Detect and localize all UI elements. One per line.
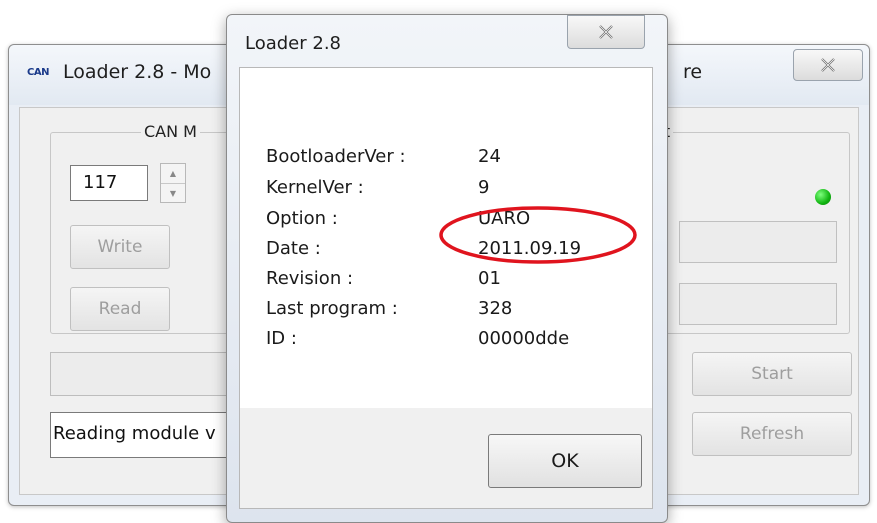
info-label: Last program : [266, 298, 398, 319]
stepper-down-icon[interactable]: ▼ [161, 184, 185, 203]
close-icon [599, 25, 613, 39]
dialog-client-area: BootloaderVer : 24 KernelVer : 9 Option … [239, 67, 653, 509]
info-label: Option : [266, 208, 338, 229]
dialog-footer: OK [240, 408, 652, 508]
main-close-button[interactable] [793, 49, 863, 81]
main-window-title: Loader 2.8 - Mo [63, 61, 212, 83]
target-group: et [648, 122, 850, 334]
status-field: Reading module v [50, 412, 250, 458]
info-label: Date : [266, 238, 321, 259]
write-button[interactable]: Write [70, 225, 170, 269]
info-value: 01 [478, 268, 501, 289]
stepper-up-icon[interactable]: ▲ [161, 164, 185, 184]
can-module-group-label: CAN M [141, 122, 200, 141]
progress-bar [50, 352, 250, 396]
info-label: KernelVer : [266, 177, 364, 198]
info-value: 2011.09.19 [478, 238, 582, 259]
target-field-1 [679, 221, 837, 263]
info-label: Revision : [266, 268, 354, 289]
close-icon [821, 58, 835, 72]
dialog-close-button[interactable] [567, 15, 645, 49]
dialog-title: Loader 2.8 [245, 33, 342, 54]
node-id-stepper[interactable]: ▲ ▼ [160, 163, 186, 203]
main-window-title-tail: re [683, 61, 703, 83]
node-id-input[interactable]: 117 [70, 165, 148, 201]
status-led-icon [815, 189, 831, 205]
refresh-button[interactable]: Refresh [692, 412, 852, 456]
can-module-group: CAN M 117 ▲ ▼ Write Read [50, 122, 252, 334]
read-button[interactable]: Read [70, 287, 170, 331]
ok-button[interactable]: OK [488, 434, 642, 488]
info-value: 00000dde [478, 328, 570, 349]
can-logo-icon: CAN [27, 67, 49, 78]
info-value: 328 [478, 298, 513, 319]
info-value: 9 [478, 177, 490, 198]
info-label: ID : [266, 328, 297, 349]
target-field-2 [679, 283, 837, 325]
info-label: BootloaderVer : [266, 146, 406, 167]
info-value: 24 [478, 146, 501, 167]
info-value: UARO [478, 208, 531, 229]
info-dialog: Loader 2.8 BootloaderVer : 24 KernelVer … [226, 14, 668, 523]
start-button[interactable]: Start [692, 352, 852, 396]
